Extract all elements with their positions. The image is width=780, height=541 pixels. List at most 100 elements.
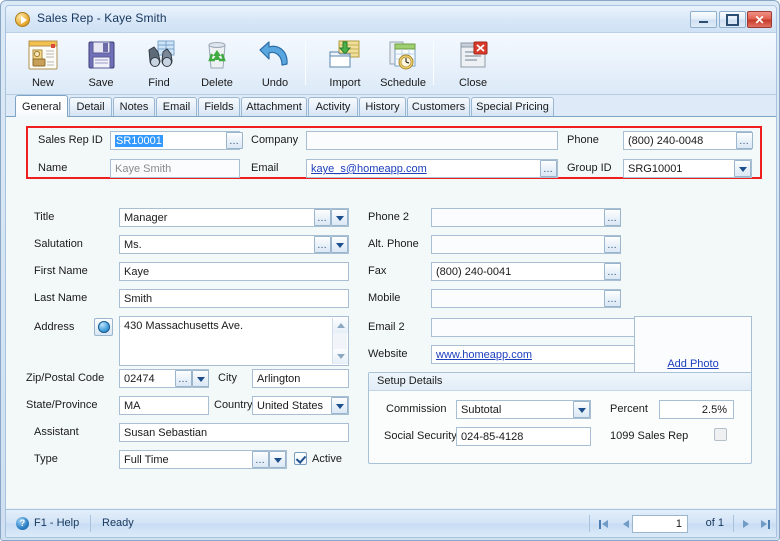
email-lookup-button[interactable]: … (540, 160, 557, 177)
toolbar-separator-2 (433, 41, 434, 85)
help-hint[interactable]: F1 - Help (34, 517, 79, 529)
title-lookup-button[interactable]: … (314, 209, 331, 226)
scroll-down-icon[interactable] (333, 349, 348, 364)
company-label: Company (251, 134, 299, 146)
first-record-button[interactable] (595, 516, 612, 532)
active-label: Active (312, 453, 342, 465)
tab-label: Notes (119, 101, 149, 113)
next-record-button[interactable] (737, 516, 754, 532)
maximize-icon (720, 12, 745, 27)
tab-general[interactable]: General (15, 95, 68, 117)
type-dropdown-button[interactable] (269, 451, 286, 468)
phone-lookup-button[interactable]: … (736, 132, 753, 149)
floppy-disk-icon (83, 38, 119, 72)
next-record-icon (742, 520, 749, 528)
state-input[interactable]: MA (119, 396, 209, 415)
status-message: Ready (102, 517, 134, 529)
scroll-up-icon[interactable] (333, 318, 348, 333)
commission-dropdown-button[interactable] (573, 401, 590, 418)
delete-button[interactable]: Delete (186, 35, 248, 93)
nav-separator-right (733, 515, 734, 532)
active-checkbox[interactable] (294, 452, 307, 465)
email-input[interactable]: kaye_s@homeapp.com (306, 159, 558, 178)
tab-label: Fields (204, 101, 234, 113)
social-security-input[interactable]: 024-85-4128 (456, 427, 591, 446)
city-input[interactable]: Arlington (252, 369, 349, 388)
tab-email[interactable]: Email (156, 97, 197, 116)
type-lookup-button[interactable]: … (252, 451, 269, 468)
mobile-input[interactable] (431, 289, 621, 308)
tab-detail[interactable]: Detail (69, 97, 112, 116)
maximize-button[interactable] (719, 11, 746, 28)
website-label: Website (368, 348, 408, 360)
first-name-input[interactable]: Kaye (119, 262, 349, 281)
import-button[interactable]: Import (314, 35, 376, 93)
minimize-icon (691, 12, 716, 27)
tab-strip: General Detail Notes Email Fields Attach… (6, 95, 776, 117)
title-dropdown-button[interactable] (331, 209, 348, 226)
group-id-input[interactable]: SRG10001 (623, 159, 752, 178)
play-circle-icon (15, 12, 30, 27)
status-bar: ? F1 - Help Ready 1 of 1 (6, 509, 776, 537)
email2-label: Email 2 (368, 321, 405, 333)
group-id-label: Group ID (567, 162, 612, 174)
salutation-label: Salutation (34, 238, 83, 250)
add-photo-link[interactable]: Add Photo (635, 358, 751, 370)
tab-notes[interactable]: Notes (113, 97, 155, 116)
tab-attachment[interactable]: Attachment (241, 97, 307, 116)
percent-input[interactable]: 2.5% (659, 400, 734, 419)
zip-dropdown-button[interactable] (192, 370, 209, 387)
setup-details-group: Setup Details Commission Subtotal Percen… (368, 372, 752, 464)
new-record-icon (25, 38, 61, 72)
address-map-button[interactable] (94, 318, 113, 336)
type-label: Type (34, 453, 58, 465)
close-button[interactable]: Close (442, 35, 504, 93)
commission-label: Commission (386, 403, 447, 415)
phone2-input[interactable] (431, 208, 621, 227)
tab-fields[interactable]: Fields (198, 97, 240, 116)
new-button[interactable]: New (12, 35, 74, 93)
alt-phone-lookup-button[interactable]: … (604, 236, 621, 253)
group-id-dropdown-button[interactable] (734, 160, 751, 177)
binoculars-icon (141, 38, 177, 72)
mobile-lookup-button[interactable]: … (604, 290, 621, 307)
percent-label: Percent (610, 403, 648, 415)
fax-input[interactable]: (800) 240-0041 (431, 262, 621, 281)
1099-sales-rep-checkbox[interactable] (714, 428, 727, 441)
previous-record-icon (622, 520, 629, 528)
last-name-label: Last Name (34, 292, 88, 304)
sales-rep-id-lookup-button[interactable]: … (226, 132, 243, 149)
tab-customers[interactable]: Customers (407, 97, 470, 116)
country-label: Country (214, 399, 253, 411)
record-number-input[interactable]: 1 (632, 515, 688, 533)
last-name-input[interactable]: Smith (119, 289, 349, 308)
salutation-dropdown-button[interactable] (331, 236, 348, 253)
undo-button[interactable]: Undo (244, 35, 306, 93)
schedule-button[interactable]: Schedule (372, 35, 434, 93)
tab-label: Attachment (246, 101, 302, 113)
tab-special-pricing[interactable]: Special Pricing (471, 97, 554, 116)
tab-label: Detail (76, 101, 105, 113)
tab-label: Special Pricing (476, 101, 549, 113)
find-button[interactable]: Find (128, 35, 190, 93)
phone-input[interactable]: (800) 240-0048 (623, 131, 752, 150)
zip-lookup-button[interactable]: … (175, 370, 192, 387)
save-button[interactable]: Save (70, 35, 132, 93)
salutation-lookup-button[interactable]: … (314, 236, 331, 253)
address-textarea[interactable]: 430 Massachusetts Ave. (119, 316, 349, 366)
company-input[interactable] (306, 131, 558, 150)
phone2-lookup-button[interactable]: … (604, 209, 621, 226)
minimize-button[interactable] (690, 11, 717, 28)
tab-history[interactable]: History (359, 97, 406, 116)
new-button-label: New (31, 77, 54, 89)
alt-phone-input[interactable] (431, 235, 621, 254)
fax-lookup-button[interactable]: … (604, 263, 621, 280)
assistant-input[interactable]: Susan Sebastian (119, 423, 349, 442)
last-record-button[interactable] (757, 516, 774, 532)
tab-activity[interactable]: Activity (308, 97, 358, 116)
address-scrollbar[interactable] (332, 318, 348, 364)
sales-rep-id-input[interactable]: SR10001 (110, 131, 240, 150)
close-window-button[interactable]: ✕ (747, 11, 772, 28)
country-dropdown-button[interactable] (331, 397, 348, 414)
commission-select[interactable]: Subtotal (456, 400, 591, 419)
